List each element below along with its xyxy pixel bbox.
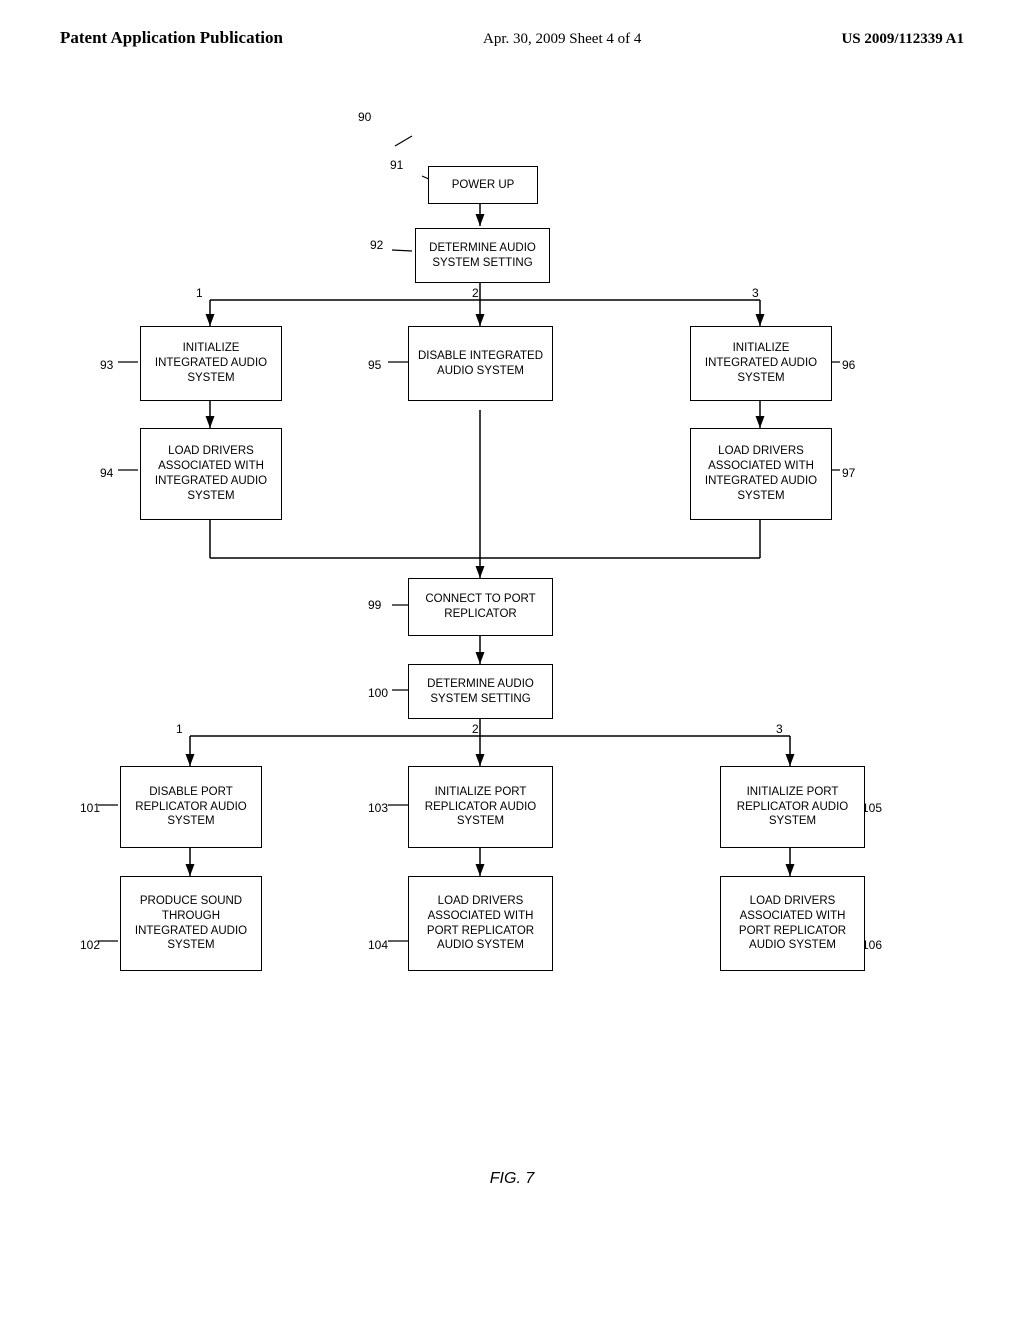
ref-94: 94 bbox=[100, 466, 113, 480]
ref-96: 96 bbox=[842, 358, 855, 372]
ref-90: 90 bbox=[358, 110, 371, 124]
ref-95: 95 bbox=[368, 358, 381, 372]
header-patent-number: US 2009/112339 A1 bbox=[841, 31, 964, 48]
ref-97: 97 bbox=[842, 466, 855, 480]
ref-91: 91 bbox=[390, 158, 403, 172]
ref-106: 106 bbox=[862, 938, 882, 952]
node-power-up: POWER UP bbox=[428, 166, 538, 204]
ref-99: 99 bbox=[368, 598, 381, 612]
node-determine-audio-1: DETERMINE AUDIO SYSTEM SETTING bbox=[415, 228, 550, 283]
diagram-area: 90 91 POWER UP 92 DETERMINE AUDIO SYSTEM… bbox=[0, 68, 1024, 1248]
branch-label-2b: 2 bbox=[472, 722, 479, 736]
header-date-sheet: Apr. 30, 2009 Sheet 4 of 4 bbox=[483, 31, 641, 48]
ref-92: 92 bbox=[370, 238, 383, 252]
branch-label-3b: 3 bbox=[776, 722, 783, 736]
branch-label-1a: 1 bbox=[196, 286, 203, 300]
node-initialize-integrated-2: INITIALIZE INTEGRATED AUDIO SYSTEM bbox=[690, 326, 832, 401]
node-disable-integrated: DISABLE INTEGRATED AUDIO SYSTEM bbox=[408, 326, 553, 401]
node-load-drivers-integrated-2: LOAD DRIVERS ASSOCIATED WITH INTEGRATED … bbox=[690, 428, 832, 520]
branch-label-1b: 1 bbox=[176, 722, 183, 736]
node-load-drivers-port-replicator-2: LOAD DRIVERS ASSOCIATED WITH PORT REPLIC… bbox=[720, 876, 865, 971]
node-load-drivers-port-replicator-1: LOAD DRIVERS ASSOCIATED WITH PORT REPLIC… bbox=[408, 876, 553, 971]
ref-103: 103 bbox=[368, 801, 388, 815]
page-header: Patent Application Publication Apr. 30, … bbox=[0, 0, 1024, 48]
node-initialize-port-replicator-2: INITIALIZE PORT REPLICATOR AUDIO SYSTEM bbox=[720, 766, 865, 848]
node-produce-sound-integrated: PRODUCE SOUND THROUGH INTEGRATED AUDIO S… bbox=[120, 876, 262, 971]
node-determine-audio-2: DETERMINE AUDIO SYSTEM SETTING bbox=[408, 664, 553, 719]
branch-label-3a: 3 bbox=[752, 286, 759, 300]
node-load-drivers-integrated-1: LOAD DRIVERS ASSOCIATED WITH INTEGRATED … bbox=[140, 428, 282, 520]
node-disable-port-replicator: DISABLE PORT REPLICATOR AUDIO SYSTEM bbox=[120, 766, 262, 848]
node-initialize-port-replicator-1: INITIALIZE PORT REPLICATOR AUDIO SYSTEM bbox=[408, 766, 553, 848]
node-connect-port-replicator: CONNECT TO PORT REPLICATOR bbox=[408, 578, 553, 636]
ref-104: 104 bbox=[368, 938, 388, 952]
node-initialize-integrated-1: INITIALIZE INTEGRATED AUDIO SYSTEM bbox=[140, 326, 282, 401]
ref-100: 100 bbox=[368, 686, 388, 700]
branch-label-2a: 2 bbox=[472, 286, 479, 300]
ref-93: 93 bbox=[100, 358, 113, 372]
fig-caption: FIG. 7 bbox=[490, 1170, 534, 1188]
header-publication: Patent Application Publication bbox=[60, 28, 283, 48]
ref-102: 102 bbox=[80, 938, 100, 952]
ref-105: 105 bbox=[862, 801, 882, 815]
ref-101: 101 bbox=[80, 801, 100, 815]
